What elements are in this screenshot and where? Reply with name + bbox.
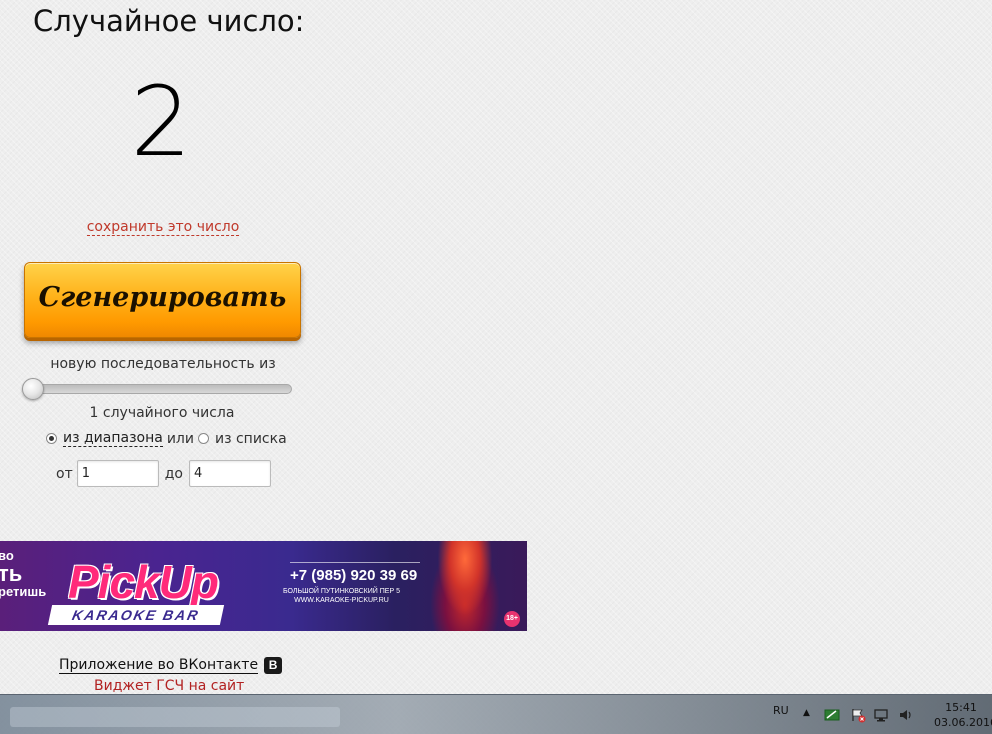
from-input[interactable] [76,460,159,487]
vk-icon[interactable]: B [264,657,283,674]
count-slider-handle[interactable] [22,378,44,400]
tray-expand-icon[interactable]: ▲ [803,708,810,718]
banner-singer-image [430,541,500,631]
to-input[interactable] [188,460,271,487]
banner-logo: PickUp KARAOKE BAR [47,553,270,625]
list-mode-label[interactable]: из списка [215,431,287,447]
from-label: от [56,465,73,482]
mode-selector: из диапазона или из списка [46,430,287,447]
widget-link[interactable]: Виджет ГСЧ на сайт [94,678,244,694]
vk-app-link-container: Приложение во ВКонтакте B [59,657,283,674]
banner-logo-text: PickUp [68,556,219,608]
banner-left-line-3: ретишь [0,584,47,599]
banner-left-line-2: ть [0,561,23,586]
display-settings-icon[interactable] [824,707,840,723]
banner-address-line-1: БОЛЬШОЙ ПУТИНКОВСКИЙ ПЕР 5 [283,588,400,595]
sequence-label: новую последовательность из [50,356,276,372]
banner-phone: +7 (985) 920 39 69 [290,567,418,584]
generate-button[interactable]: Сгенерировать [24,262,301,338]
banner-left-text: во ть ретишь [0,549,46,599]
random-number-result: 2 [130,66,192,178]
banner-divider [290,562,420,563]
banner-address: БОЛЬШОЙ ПУТИНКОВСКИЙ ПЕР 5 WWW.KARAOKE-P… [283,587,400,605]
save-number-link[interactable]: сохранить это число [86,219,240,236]
banner-age-badge: 18+ [504,611,520,627]
tray-date: 03.06.2016 [934,716,992,729]
windows-taskbar [0,694,992,734]
range-mode-radio[interactable] [46,433,57,444]
list-mode-radio[interactable] [197,433,209,444]
or-label: или [166,430,194,447]
taskbar-open-window[interactable] [10,707,340,727]
tray-language[interactable]: RU [773,704,789,717]
tray-time: 15:41 [945,701,977,714]
to-label: до [164,465,183,482]
page-title: Случайное число: [33,4,305,38]
count-slider-track[interactable] [26,384,292,394]
vk-app-link[interactable]: Приложение во ВКонтакте [59,657,259,674]
ad-banner[interactable]: во ть ретишь PickUp KARAOKE BAR +7 (985)… [0,541,527,631]
banner-address-line-2: WWW.KARAOKE-PICKUP.RU [294,597,389,604]
range-mode-link[interactable]: из диапазона [63,430,163,447]
save-number-container: сохранить это число [0,219,326,236]
range-inputs: от до [56,460,271,487]
banner-logo-subtitle: KARAOKE BAR [47,605,225,625]
tray-clock[interactable]: 15:41 03.06.2016 [934,700,992,730]
network-icon[interactable] [873,707,889,723]
count-label: 1 случайного числа [89,405,235,421]
volume-icon[interactable] [898,707,914,723]
action-center-flag-icon[interactable] [850,707,866,723]
